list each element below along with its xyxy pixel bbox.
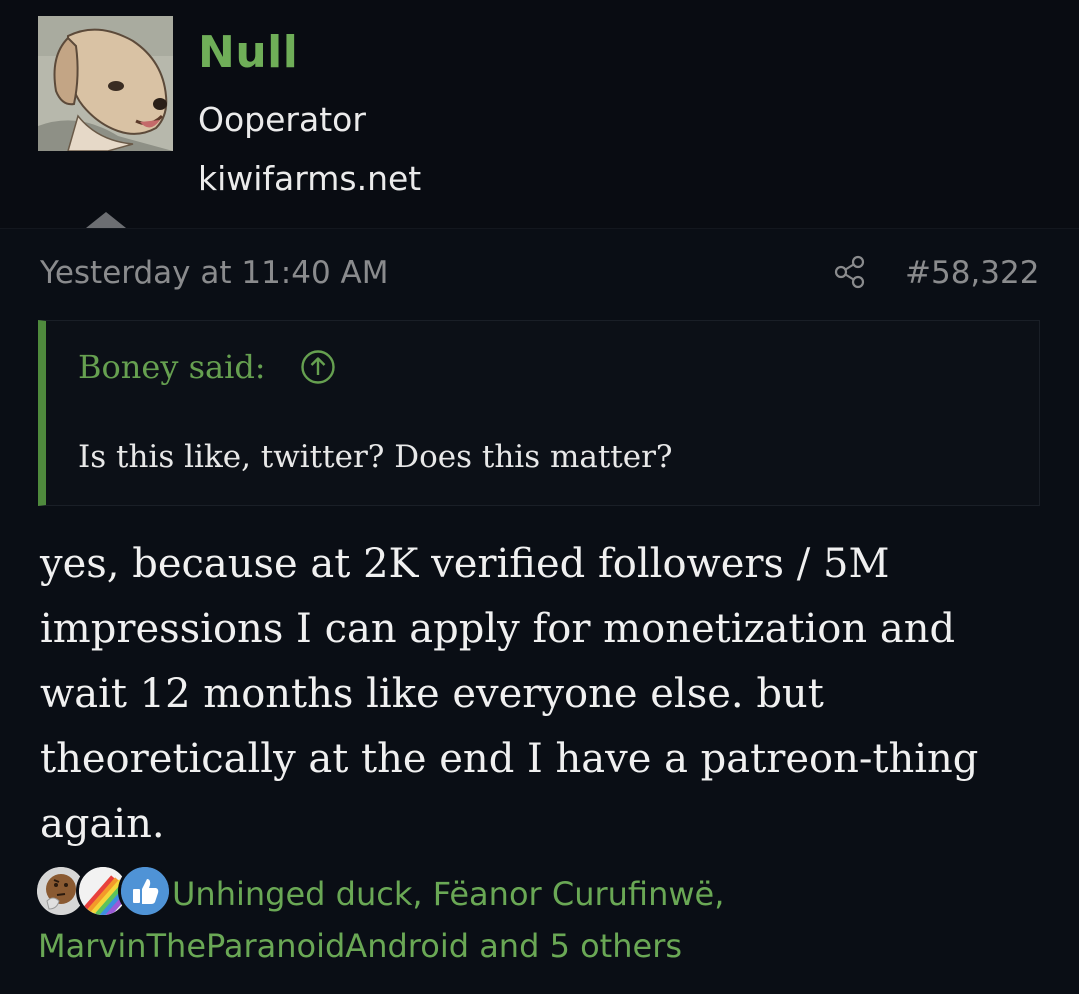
- reactors-list[interactable]: Unhinged duck, Fëanor Curufinwë, MarvinT…: [38, 868, 1038, 972]
- caret-up-icon: [86, 212, 126, 228]
- user-title: Ooperator: [198, 100, 366, 139]
- post-date[interactable]: Yesterday at 11:40 AM: [40, 253, 389, 293]
- post-body: yes, because at 2K verified followers / …: [40, 532, 1040, 857]
- post-body-line: wait 12 months like everyone else. but: [40, 671, 824, 717]
- jump-to-quote-icon[interactable]: [300, 349, 336, 385]
- post-body-line: yes, because at 2K verified followers / …: [40, 541, 890, 587]
- dog-avatar-image: [38, 16, 173, 151]
- post-body-line: again.: [40, 801, 165, 847]
- quote-block: Boney said: Is this like, twitter? Does …: [38, 320, 1040, 506]
- quote-author[interactable]: Boney said:: [78, 347, 266, 387]
- post-body-line: theoretically at the end I have a patreo…: [40, 736, 979, 782]
- avatar[interactable]: [38, 16, 173, 151]
- user-info-block: Null Ooperator kiwifarms.net: [0, 0, 1079, 228]
- share-icon[interactable]: [833, 255, 867, 289]
- post-body-line: impressions I can apply for monetization…: [40, 606, 956, 652]
- user-site: kiwifarms.net: [198, 159, 422, 198]
- username[interactable]: Null: [198, 27, 298, 79]
- post-number-link[interactable]: #58,322: [905, 253, 1039, 293]
- quote-text: Is this like, twitter? Does this matter?: [78, 439, 673, 475]
